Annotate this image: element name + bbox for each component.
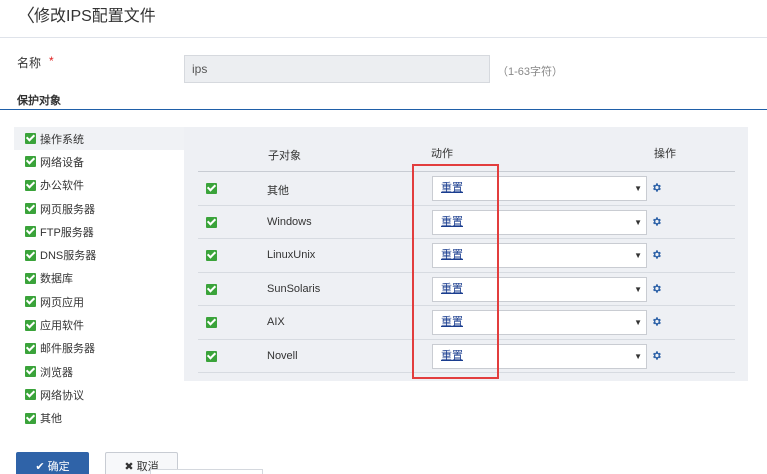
tree-item-label: 网络协议 [40, 389, 84, 402]
row-checkbox[interactable] [206, 283, 217, 295]
protect-object-tree: 操作系统 网络设备 办公软件 网页服务器 FTP服务器 DNS服务器 数据库 网… [14, 127, 184, 430]
tree-item-label: 操作系统 [40, 133, 84, 146]
tree-item-label: 邮件服务器 [40, 343, 95, 356]
gear-icon[interactable] [651, 316, 662, 327]
header-action: 动作 [431, 148, 453, 160]
checkbox[interactable] [25, 342, 36, 354]
tree-item-label: 浏览器 [40, 366, 73, 379]
row-checkbox[interactable] [206, 250, 217, 261]
checkbox[interactable] [25, 389, 36, 401]
row-checkbox[interactable] [206, 183, 217, 194]
ok-button[interactable]: ✔ 确定 [16, 452, 89, 474]
section-divider [0, 109, 767, 110]
row-name: 其他 [267, 185, 289, 197]
dropdown-arrow-icon: ▼ [634, 351, 642, 361]
tree-item-network-device[interactable]: 网络设备 [14, 150, 184, 173]
checkbox[interactable] [25, 203, 36, 215]
checkbox[interactable] [25, 249, 36, 261]
ok-button-label: 确定 [47, 461, 70, 473]
tree-item-label: 网络设备 [40, 156, 84, 169]
checkbox[interactable] [25, 412, 36, 424]
dropdown-arrow-icon: ▼ [634, 284, 642, 294]
checkbox[interactable] [25, 156, 36, 168]
page-header: 〈 修改IPS配置文件 [0, 0, 767, 38]
row-name: LinuxUnix [267, 249, 316, 261]
dropdown-arrow-icon: ▼ [634, 217, 642, 227]
name-label: 名称 [17, 56, 42, 70]
tree-item-dns-server[interactable]: DNS服务器 [14, 243, 184, 266]
row-name: Novell [267, 349, 298, 362]
tree-item-label: FTP服务器 [40, 226, 94, 239]
name-hint: （1-63字符） [497, 66, 564, 78]
header-operation: 操作 [654, 148, 676, 160]
row-checkbox[interactable] [206, 216, 217, 228]
row-checkbox[interactable] [206, 317, 217, 328]
tree-item-label: 办公软件 [40, 180, 84, 193]
gear-icon[interactable] [651, 249, 662, 260]
required-mark: * [49, 54, 54, 68]
checkbox[interactable] [25, 179, 36, 191]
tree-item-office-software[interactable]: 办公软件 [14, 174, 184, 197]
tree-item-label: 应用软件 [40, 320, 84, 333]
tree-item-app-software[interactable]: 应用软件 [14, 313, 184, 336]
row-checkbox[interactable] [206, 350, 217, 362]
checkbox[interactable] [25, 319, 36, 331]
checkbox[interactable] [25, 366, 36, 378]
row-name: SunSolaris [267, 282, 321, 295]
close-icon: ✖ [124, 460, 134, 473]
gear-icon[interactable] [651, 283, 662, 294]
dropdown-arrow-icon: ▼ [634, 184, 642, 193]
name-field[interactable] [184, 55, 490, 83]
tree-item-web-server[interactable]: 网页服务器 [14, 197, 184, 220]
dropdown-arrow-icon: ▼ [634, 251, 642, 260]
tree-item-browser[interactable]: 浏览器 [14, 360, 184, 383]
checkbox[interactable] [25, 133, 36, 145]
tree-item-mail-server[interactable]: 邮件服务器 [14, 337, 184, 360]
check-icon: ✔ [35, 460, 45, 473]
tree-item-label: 网页应用 [40, 296, 84, 309]
tree-item-other[interactable]: 其他 [14, 407, 184, 430]
tree-item-ftp-server[interactable]: FTP服务器 [14, 220, 184, 243]
gear-icon[interactable] [651, 216, 662, 227]
gear-icon[interactable] [651, 182, 662, 193]
tree-item-label: 数据库 [40, 273, 73, 286]
back-icon[interactable]: 〈 [17, 5, 35, 27]
dropdown-arrow-icon: ▼ [634, 318, 642, 327]
tree-item-web-app[interactable]: 网页应用 [14, 290, 184, 313]
tree-item-os[interactable]: 操作系统 [14, 127, 184, 151]
checkbox[interactable] [25, 272, 36, 284]
page-title: 修改IPS配置文件 [34, 8, 156, 25]
tree-item-label: 网页服务器 [40, 203, 95, 216]
checkbox[interactable] [25, 296, 36, 308]
header-sub-object: 子对象 [268, 150, 301, 162]
row-name: AIX [267, 316, 285, 328]
section-title: 保护对象 [17, 95, 61, 107]
row-name: Windows [267, 215, 312, 228]
tree-item-database[interactable]: 数据库 [14, 267, 184, 290]
highlight-box [412, 164, 499, 379]
checkbox[interactable] [25, 226, 36, 238]
tree-item-network-protocol[interactable]: 网络协议 [14, 383, 184, 406]
tree-item-label: 其他 [40, 413, 62, 426]
footer-bar [150, 469, 263, 474]
tree-item-label: DNS服务器 [40, 250, 97, 263]
gear-icon[interactable] [651, 350, 662, 361]
